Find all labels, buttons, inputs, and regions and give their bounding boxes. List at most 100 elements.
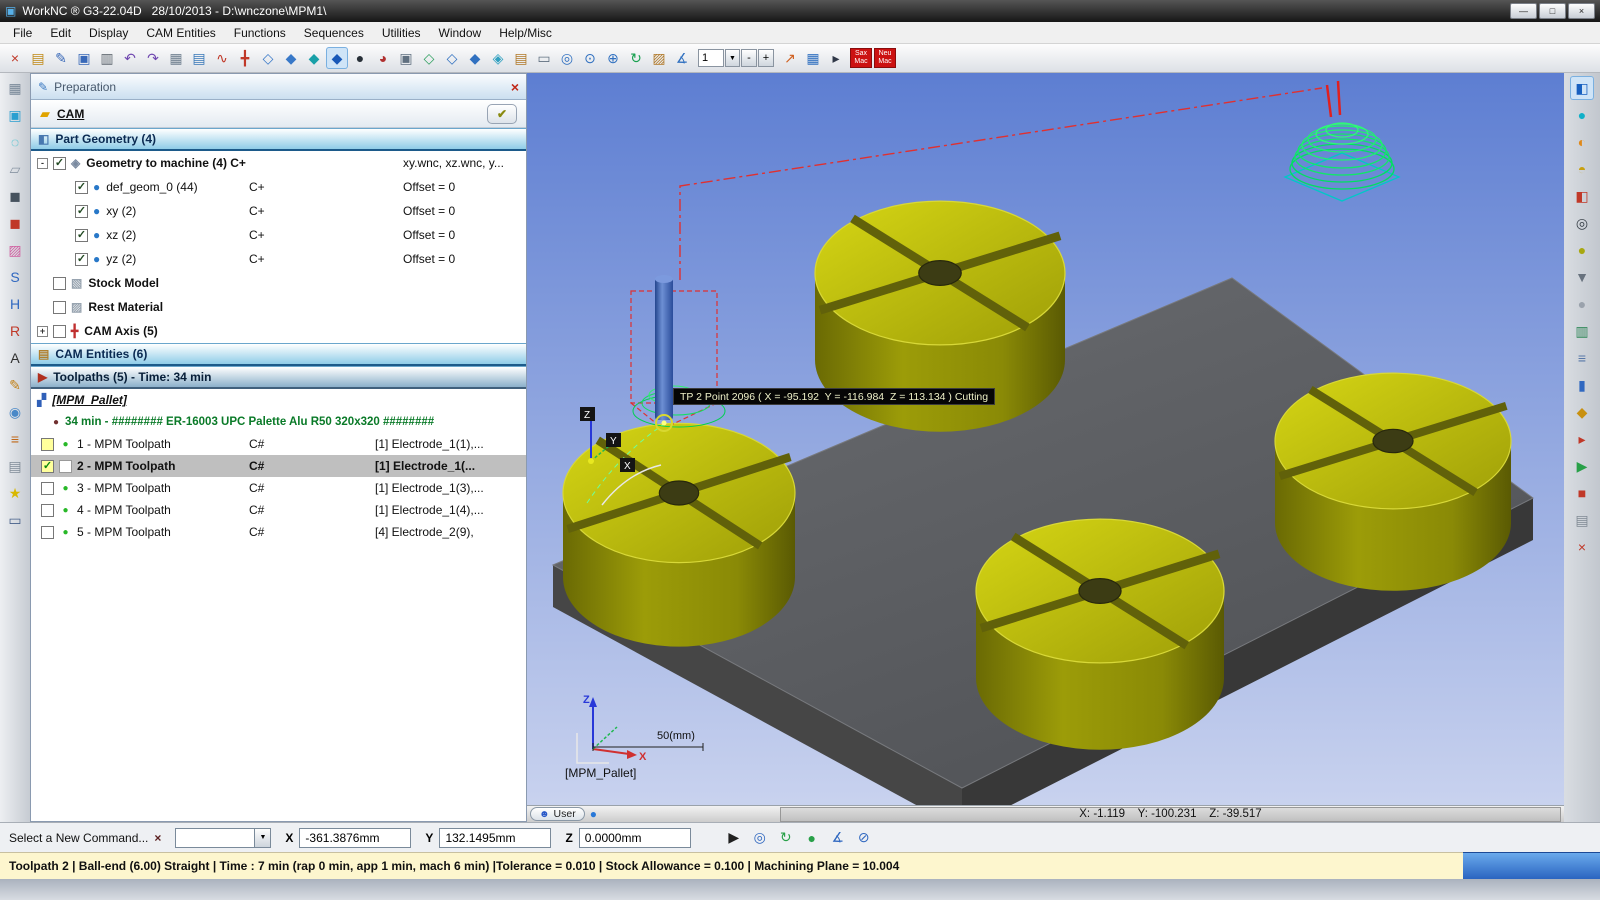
checkbox[interactable]	[53, 277, 66, 290]
close-panel-icon[interactable]: ×	[1570, 535, 1594, 559]
menu-sequences[interactable]: Sequences	[295, 23, 373, 43]
tree-row-stock-model[interactable]: ▧ Stock Model	[31, 271, 526, 295]
tree-row-yz[interactable]: ✓ ● yz (2) C+ Offset = 0	[31, 247, 526, 271]
workzone-icon[interactable]: ▦	[3, 76, 27, 100]
target-icon[interactable]: ◎	[1570, 211, 1594, 235]
clip-box-icon[interactable]: ▣	[395, 47, 417, 69]
monitor-icon[interactable]: ▦	[802, 47, 824, 69]
close-button[interactable]: ×	[1568, 3, 1595, 19]
tool-axis-icon[interactable]: ↗	[779, 47, 801, 69]
cam-tab[interactable]: ▰ CAM ✔	[31, 100, 526, 128]
view-rotate-icon[interactable]: ◈	[487, 47, 509, 69]
tree-row-mpm-pallet[interactable]: ▞ [MPM_Pallet]	[31, 389, 526, 411]
part-ball-icon[interactable]: ◓	[1570, 157, 1594, 181]
y-coordinate-input[interactable]	[439, 828, 551, 848]
layer-ball-icon[interactable]: ●	[590, 807, 597, 821]
zoom-level-input[interactable]	[698, 49, 724, 67]
section-toolpaths[interactable]: ▶ Toolpaths (5) - Time: 34 min	[31, 366, 526, 389]
view-top-icon[interactable]: ◆	[464, 47, 486, 69]
expander-icon[interactable]: -	[37, 158, 48, 169]
slope-icon[interactable]: ∡	[827, 827, 849, 849]
tree-row-geometry-root[interactable]: - ✓ ◈ Geometry to machine (4) C+ xy.wnc,…	[31, 151, 526, 175]
gray-ball-icon[interactable]: ●	[1570, 292, 1594, 316]
viewport[interactable]: Z Y X Z X	[527, 73, 1564, 822]
z-coordinate-input[interactable]	[579, 828, 691, 848]
zoom-previous-icon[interactable]: ⊙	[579, 47, 601, 69]
dynamic-view-icon[interactable]: ◆	[303, 47, 325, 69]
menu-utilities[interactable]: Utilities	[373, 23, 430, 43]
open-file-icon[interactable]: ▤	[27, 47, 49, 69]
report-icon[interactable]: ▤	[1570, 508, 1594, 532]
probe-icon[interactable]: ◆	[1570, 400, 1594, 424]
shaded-view-icon[interactable]: ◆	[280, 47, 302, 69]
redo-icon[interactable]: ↷	[142, 47, 164, 69]
maximize-button[interactable]: □	[1539, 3, 1566, 19]
postprocessor-icon[interactable]: ▸	[825, 47, 847, 69]
grid-icon[interactable]: ▦	[165, 47, 187, 69]
view-mode-icon[interactable]: ◧	[1570, 76, 1594, 100]
tree-row-sequence[interactable]: ● 34 min - ######## ER-16003 UPC Palette…	[31, 411, 526, 433]
cutter-icon[interactable]: ▮	[1570, 373, 1594, 397]
levels-icon[interactable]: ≡	[3, 427, 27, 451]
refresh-icon[interactable]: ↻	[625, 47, 647, 69]
menu-help[interactable]: Help/Misc	[490, 23, 561, 43]
stop-icon[interactable]: ■	[1570, 481, 1594, 505]
toolpath-row-1[interactable]: ● 1 - MPM Toolpath C# [1] Electrode_1(1)…	[31, 433, 526, 455]
simulate-icon[interactable]: ▶	[1570, 454, 1594, 478]
panel-close-icon[interactable]: ×	[511, 79, 519, 95]
iso-view-icon[interactable]: ◆	[326, 47, 348, 69]
neu-mac-badge[interactable]: NeuMac	[874, 48, 896, 68]
zoom-dropdown-arrow[interactable]: ▼	[725, 49, 740, 67]
material-sphere-icon[interactable]: ◕	[372, 47, 394, 69]
wireframe-view-icon[interactable]: ◇	[257, 47, 279, 69]
tree-row-def-geom[interactable]: ✓ ● def_geom_0 (44) C+ Offset = 0	[31, 175, 526, 199]
lasso-icon[interactable]: ◌	[3, 130, 27, 154]
stock-box-icon[interactable]: ◼	[3, 211, 27, 235]
save-as-icon[interactable]: ✎	[50, 47, 72, 69]
zoom-pick-icon[interactable]: ◎	[749, 827, 771, 849]
zoom-region-icon[interactable]: ◉	[3, 400, 27, 424]
expander-icon[interactable]: +	[37, 326, 48, 337]
measure-icon[interactable]: ∡	[671, 47, 693, 69]
blocks-icon[interactable]: ▤	[3, 454, 27, 478]
erase-icon[interactable]: ×	[4, 47, 26, 69]
viewport-3d-scene[interactable]: Z Y X Z X	[527, 73, 1564, 822]
view-left-icon[interactable]: ◇	[418, 47, 440, 69]
curve-edit-icon[interactable]: ∿	[211, 47, 233, 69]
frame-icon[interactable]: ▭	[533, 47, 555, 69]
layers-icon[interactable]: ≡	[1570, 346, 1594, 370]
section-cam-entities[interactable]: ▤ CAM Entities (6)	[31, 343, 526, 366]
toolpath-row-3[interactable]: ● 3 - MPM Toolpath C# [1] Electrode_1(3)…	[31, 477, 526, 499]
command-combobox[interactable]: ▼	[175, 828, 271, 848]
menu-cam-entities[interactable]: CAM Entities	[137, 23, 224, 43]
table-view-icon[interactable]: ▤	[188, 47, 210, 69]
zoom-in-icon[interactable]: ⊕	[602, 47, 624, 69]
tree-row-xz[interactable]: ✓ ● xz (2) C+ Offset = 0	[31, 223, 526, 247]
clash-icon[interactable]: ▸	[1570, 427, 1594, 451]
x-coordinate-input[interactable]	[299, 828, 411, 848]
spark-icon[interactable]: ★	[3, 481, 27, 505]
section-cut-icon[interactable]: ⊘	[853, 827, 875, 849]
checkbox[interactable]	[41, 526, 54, 539]
print-icon[interactable]: ▥	[96, 47, 118, 69]
shaded-sphere-icon[interactable]: ●	[801, 827, 823, 849]
notes-icon[interactable]: ▤	[510, 47, 532, 69]
apply-check-button[interactable]: ✔	[487, 104, 517, 124]
tree-row-rest-material[interactable]: ▨ Rest Material	[31, 295, 526, 319]
paint-icon[interactable]: ✎	[3, 373, 27, 397]
checkbox[interactable]	[41, 438, 54, 451]
compare-icon[interactable]: ◧	[1570, 184, 1594, 208]
surface-icon[interactable]: ▱	[3, 157, 27, 181]
checkbox[interactable]: ✓	[53, 157, 66, 170]
solid-box-icon[interactable]: ◼	[3, 184, 27, 208]
checkbox[interactable]	[53, 301, 66, 314]
dark-sphere-icon[interactable]: ●	[349, 47, 371, 69]
menu-file[interactable]: File	[4, 23, 41, 43]
minimize-button[interactable]: —	[1510, 3, 1537, 19]
laptop-icon[interactable]: ▭	[3, 508, 27, 532]
tool-ball-icon[interactable]: ◐	[1570, 130, 1594, 154]
view-cube-icon[interactable]: ▣	[3, 103, 27, 127]
zoom-plus-button[interactable]: +	[758, 49, 774, 67]
sax-mac-badge[interactable]: SaxMac	[850, 48, 872, 68]
transform-icon[interactable]: ╋	[234, 47, 256, 69]
